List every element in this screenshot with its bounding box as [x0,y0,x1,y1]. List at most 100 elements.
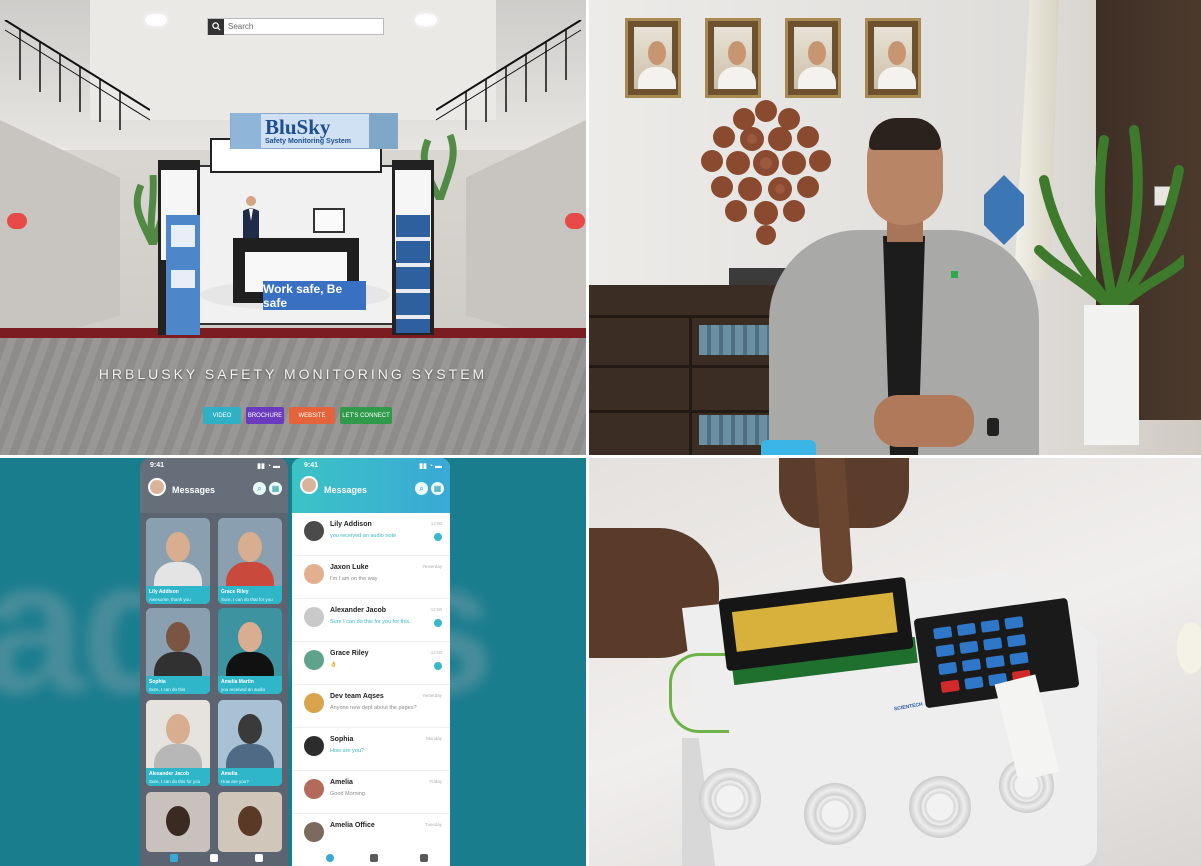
contact-tile[interactable] [218,792,282,852]
chat-avatar [304,564,324,584]
keypad-key[interactable] [932,626,953,640]
home-tab-icon[interactable] [326,854,334,862]
office-plant [1034,125,1184,315]
avatar[interactable] [300,476,318,494]
cable-gland [804,783,866,845]
cable-gland [909,776,971,838]
chat-preview: 👌 [330,662,337,668]
profile-tab-icon[interactable] [420,854,428,862]
chat-preview: I'm I am on the way [330,576,378,582]
grid-icon[interactable]: ▦ [269,482,282,495]
next-booth-button[interactable] [565,213,585,229]
booth-avatar[interactable] [240,195,262,240]
keypad-key[interactable] [1009,651,1029,666]
banner-subtitle: Safety Monitoring System [265,138,351,145]
search-icon[interactable]: ⌕ [253,482,266,495]
chat-name: Alexander Jacob [330,607,387,614]
contact-tile[interactable]: Sophia Sure, I can do this [146,608,210,694]
unread-badge [434,533,442,541]
chat-row[interactable]: Jaxon Luke I'm I am on the way Yesterday [292,556,450,599]
chat-row[interactable]: Grace Riley 👌 12:00 [292,642,450,685]
wristwatch [987,418,999,436]
contact-tile[interactable] [146,792,210,852]
left-railing [4,20,150,130]
search-bar[interactable]: Search [207,18,384,35]
status-time: 9:41 [304,462,319,469]
tile-message: you received an audio [221,687,266,692]
home-tab-icon[interactable] [170,854,178,862]
man-hair [869,118,941,150]
contact-tile[interactable]: Lily Addison Awesome, thank you [146,518,210,604]
chat-row[interactable]: Lily Addison you received an audio note … [292,513,450,556]
calls-tab-icon[interactable] [210,854,218,862]
keypad-key[interactable] [956,622,977,637]
keypad-cancel-key[interactable] [940,679,960,693]
right-poster-stack[interactable] [396,215,430,333]
banner-logo: BluSky [265,115,331,139]
chat-preview: Sure I can do this for you for this. [330,619,411,625]
keypad-key[interactable] [980,619,1000,633]
chat-name: Lily Addison [330,521,372,528]
booth-monitor[interactable] [313,208,345,233]
search-icon[interactable]: ⌕ [415,482,428,495]
video-button[interactable]: VIDEO [203,407,241,424]
brochure-button[interactable]: BROCHURE [246,407,284,424]
kiosk-screen [171,225,195,247]
chat-row[interactable]: Alexander Jacob Sure I can do this for y… [292,599,450,642]
signal-icon: ▮▮ ◔ ▬ [419,463,442,470]
chat-time: 12:00 [430,521,442,526]
contact-tile[interactable]: Grace Riley Sure, I can do that for you [218,518,282,604]
chat-row[interactable]: Sophia How are you? Monday [292,728,450,771]
booth-title: HRBLUSKY SAFETY MONITORING SYSTEM [98,366,488,382]
search-icon[interactable] [208,18,224,35]
chat-name: Grace Riley [330,650,369,657]
green-wire [669,653,729,733]
previous-booth-button[interactable] [7,213,27,229]
chat-row[interactable]: Dev team Aqses Anyone new dept about the… [292,685,450,728]
chat-avatar [304,693,324,713]
keypad-key[interactable] [983,637,1003,651]
keypad-key[interactable] [935,643,955,658]
keypad-key[interactable] [1004,616,1024,630]
chat-time: Monday [425,736,442,741]
calls-tab-icon[interactable] [370,854,378,862]
keypad-key[interactable] [937,661,958,676]
chat-avatar [304,607,324,627]
tile-name: Alexander Jacob [149,771,190,777]
tile-name: Amelia Martin [221,679,254,685]
tile-name: Amelia [221,771,238,777]
banner-photo [369,113,397,149]
keypad-key[interactable] [985,655,1005,669]
page-title: Messages [172,485,216,495]
chat-time: Tuesday [424,822,442,827]
keypad-key[interactable] [1006,633,1027,648]
chat-time: 12:00 [430,607,442,612]
chat-avatar [304,736,324,756]
chat-row[interactable]: Amelia Good Morning Friday [292,771,450,814]
chat-preview: Anyone new dept about the pages? [330,705,417,711]
kiosk-screen [171,270,195,288]
avatar[interactable] [148,478,166,496]
chat-name: Dev team Aqses [330,693,384,700]
contact-tile[interactable]: Alexander Jacob Sure, I can do this for … [146,700,210,786]
grid-icon[interactable]: ▦ [431,482,444,495]
framed-portrait [625,18,681,98]
framed-portrait [785,18,841,98]
edge-flower [1177,622,1201,674]
mug [761,440,816,455]
keypad-key[interactable] [959,640,979,654]
office-portrait-panel [589,0,1201,455]
phone-grid-view: 9:41 ▮▮ ◔ ▬ Messages ⌕ ▦ Lily Addison Aw… [140,458,288,866]
website-button[interactable]: WEBSITE [289,407,335,424]
keypad-key[interactable] [961,658,982,672]
lets-connect-button[interactable]: LET'S CONNECT [340,407,392,424]
contact-tile[interactable]: Amelia Martin you received an audio [218,608,282,694]
contact-tile[interactable]: Amelia How are you? [218,700,282,786]
slogan-banner: Work safe, Be safe [263,281,366,310]
ceiling-light [415,14,437,26]
search-input[interactable]: Search [224,22,253,31]
profile-tab-icon[interactable] [255,854,263,862]
device-photo-panel: SCIENTECH [589,458,1201,866]
keypad-key[interactable] [964,676,984,690]
chat-time: 12:00 [430,650,442,655]
